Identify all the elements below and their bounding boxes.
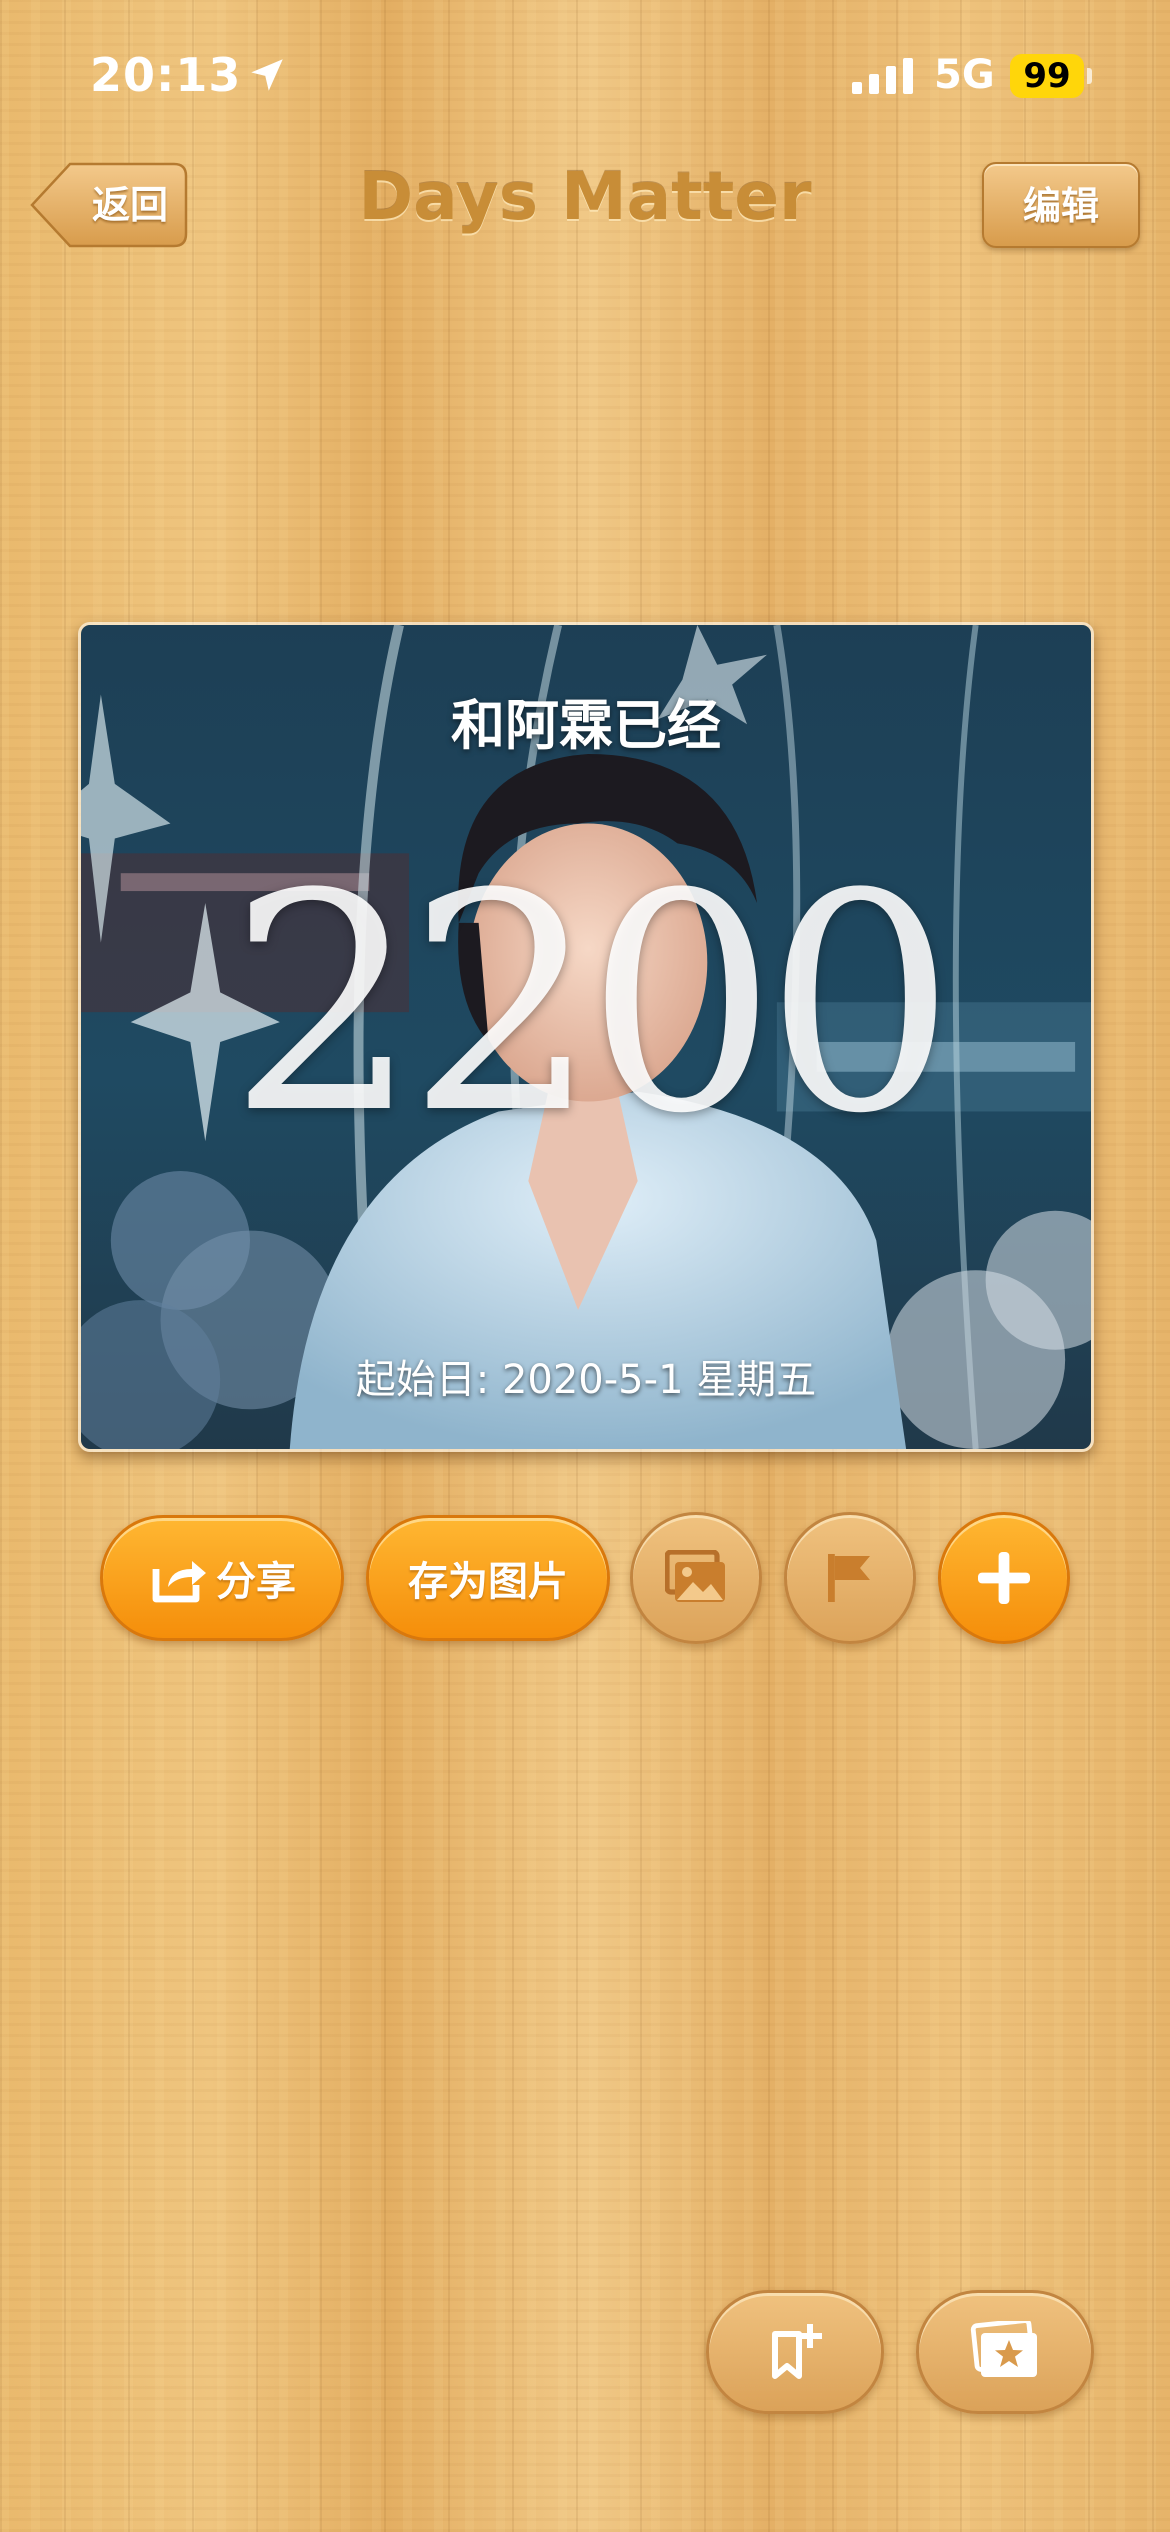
plus-icon	[978, 1552, 1030, 1604]
battery-indicator: 99	[1010, 54, 1084, 98]
gallery-button[interactable]	[916, 2290, 1094, 2414]
share-button[interactable]: 分享	[100, 1515, 344, 1641]
location-arrow-icon	[251, 59, 283, 91]
share-label: 分享	[216, 1559, 296, 1605]
save-image-label: 存为图片	[408, 1559, 568, 1605]
image-icon	[665, 1550, 725, 1602]
add-event-button[interactable]	[938, 1512, 1070, 1644]
start-date-label: 起始日: 2020-5-1 星期五	[355, 1357, 817, 1403]
bookmark-add-icon	[772, 2324, 822, 2379]
network-label: 5G	[934, 52, 995, 98]
share-icon	[152, 1561, 206, 1603]
status-time: 20:13	[90, 48, 242, 102]
signal-icon	[852, 58, 913, 94]
event-card[interactable]: 和阿霖已经 2200 起始日: 2020-5-1 星期五	[78, 622, 1094, 1452]
page-title: Days Matter	[358, 158, 812, 235]
background-image-button[interactable]	[630, 1512, 762, 1644]
back-button[interactable]: 返回	[30, 162, 188, 248]
gallery-star-icon	[970, 2321, 1037, 2377]
flag-icon	[828, 1554, 870, 1602]
card-heading: 和阿霖已经	[451, 694, 721, 757]
flag-button[interactable]	[784, 1512, 916, 1644]
add-bookmark-button[interactable]	[706, 2290, 884, 2414]
battery-tip	[1087, 68, 1092, 84]
edit-button[interactable]: 编辑	[982, 162, 1140, 248]
day-count: 2200	[228, 830, 955, 1179]
save-image-button[interactable]: 存为图片	[366, 1515, 610, 1641]
back-label: 返回	[91, 183, 168, 227]
